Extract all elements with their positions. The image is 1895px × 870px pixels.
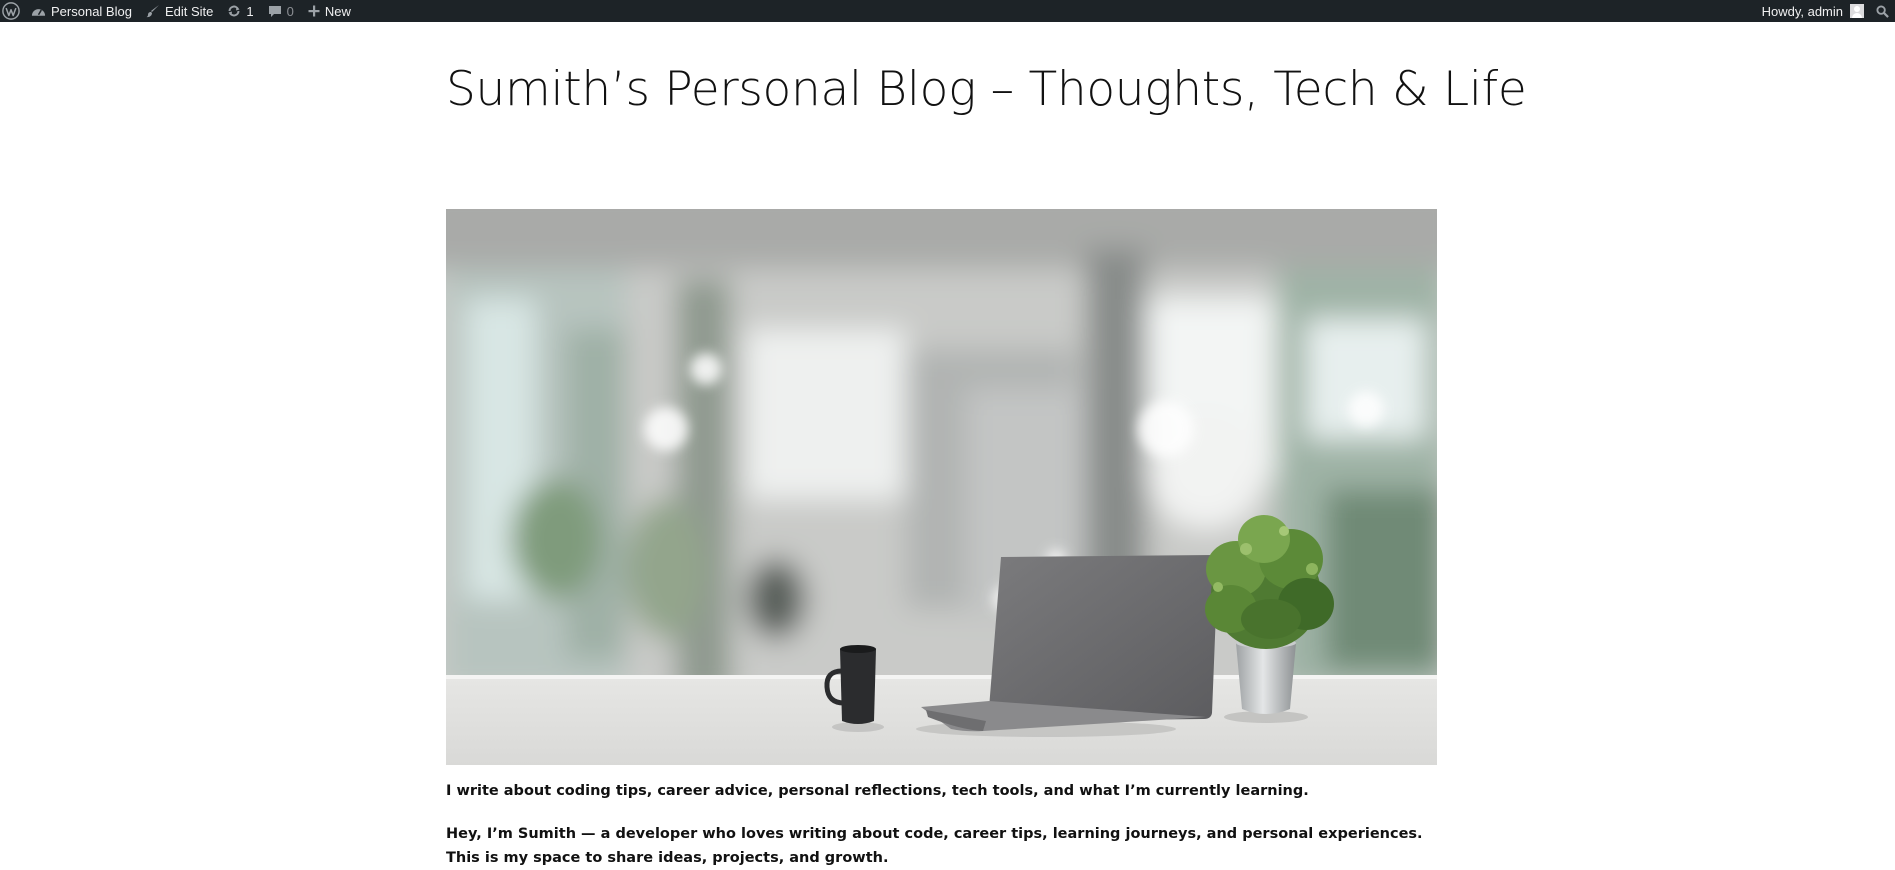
edit-site-link[interactable]: Edit Site xyxy=(139,0,220,22)
admin-bar-right: Howdy, admin xyxy=(1755,0,1895,22)
intro-paragraph: I write about coding tips, career advice… xyxy=(446,783,1309,799)
site-title[interactable]: Sumith’s Personal Blog – Thoughts, Tech … xyxy=(446,58,1527,122)
office-desk-photo xyxy=(446,209,1437,765)
plus-icon xyxy=(308,5,320,17)
admin-search[interactable] xyxy=(1868,0,1895,22)
comments-count: 0 xyxy=(286,3,294,19)
wordpress-menu[interactable] xyxy=(0,0,24,22)
comment-icon xyxy=(268,5,281,17)
hero-image xyxy=(446,209,1437,765)
avatar xyxy=(1850,4,1864,18)
admin-bar: Personal Blog Edit Site 1 0 New Howdy, a… xyxy=(0,0,1895,22)
new-label: New xyxy=(324,3,351,19)
updates-icon xyxy=(228,5,240,17)
wordpress-logo-icon xyxy=(2,2,20,20)
dashboard-icon xyxy=(31,9,46,16)
bio-line-2: This is my space to share ideas, project… xyxy=(446,850,889,866)
bio-line-1: Hey, I’m Sumith — a developer who loves … xyxy=(446,826,1423,842)
my-account-menu[interactable]: Howdy, admin xyxy=(1755,0,1868,22)
search-icon xyxy=(1876,4,1889,18)
updates-count: 1 xyxy=(246,3,254,19)
site-name-label: Personal Blog xyxy=(51,3,132,19)
edit-site-label: Edit Site xyxy=(164,3,214,19)
updates-link[interactable]: 1 xyxy=(220,0,260,22)
site-name-link[interactable]: Personal Blog xyxy=(24,0,139,22)
howdy-label: Howdy, admin xyxy=(1761,3,1843,19)
new-content-link[interactable]: New xyxy=(301,0,358,22)
bio-paragraph: Hey, I’m Sumith — a developer who loves … xyxy=(446,822,1423,870)
comments-link[interactable]: 0 xyxy=(261,0,301,22)
brush-icon xyxy=(146,5,159,18)
admin-bar-left: Personal Blog Edit Site 1 0 New xyxy=(0,0,358,22)
